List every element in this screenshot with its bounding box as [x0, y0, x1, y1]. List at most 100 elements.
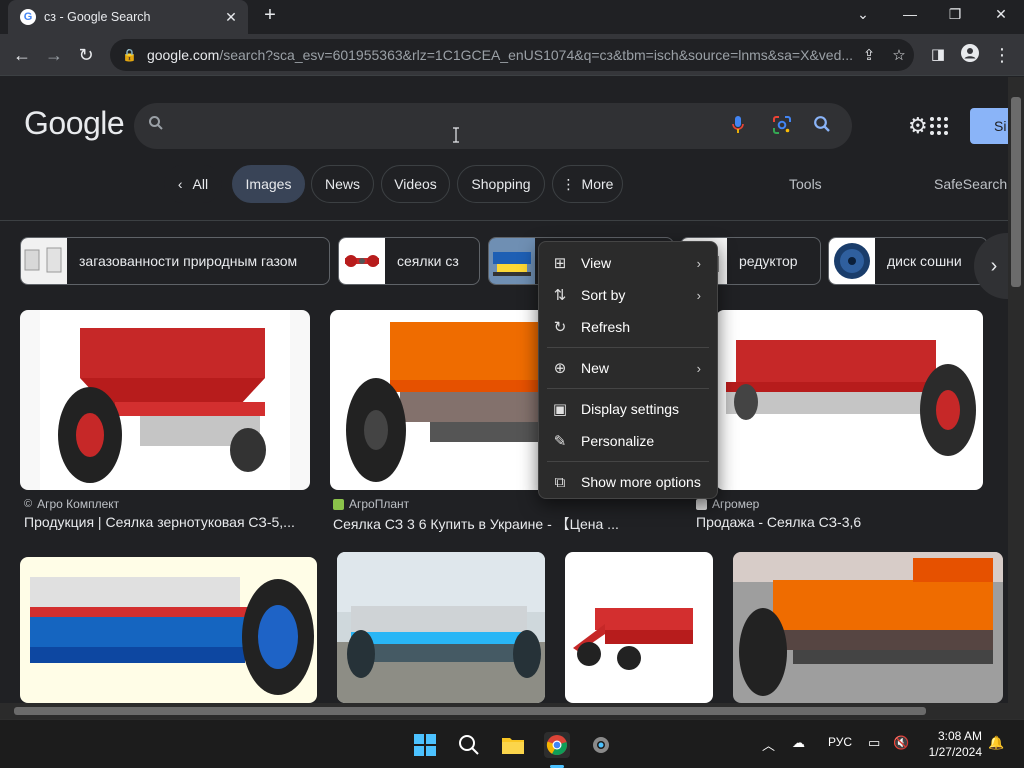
close-window-button[interactable]: ✕ [986, 6, 1016, 23]
url-host: google.com [146, 47, 220, 63]
menu-item-refresh[interactable]: ↻ Refresh [539, 312, 717, 342]
windows-taskbar: ︿ ☁ РУС ▭ 🔇 3:08 AM 1/27/2024 🔔 [0, 719, 1024, 768]
plus-circle-icon: ⊕ [553, 360, 567, 377]
tab-search-chevron-icon[interactable]: ⌄ [848, 6, 878, 23]
tab-more[interactable]: ⋮ More [552, 165, 623, 203]
menu-item-label: Personalize [581, 433, 655, 449]
tab-all[interactable]: ‹ All [164, 165, 222, 203]
tab-all-label: All [192, 176, 209, 192]
taskbar-search-icon[interactable] [456, 732, 482, 758]
search-submit-icon[interactable] [810, 115, 834, 138]
browser-tab[interactable]: G сз - Google Search ✕ [8, 0, 248, 34]
agromer-favicon-icon [696, 498, 707, 510]
network-icon[interactable]: ▭ [868, 735, 880, 751]
address-url[interactable]: google.com/search?sca_esv=601955363&rlz=… [147, 47, 854, 63]
volume-muted-icon[interactable]: 🔇 [893, 735, 909, 751]
related-chip[interactable]: сеялки сз [338, 237, 480, 285]
view-grid-icon: ⊞ [553, 255, 567, 272]
file-explorer-icon[interactable] [500, 732, 526, 758]
lock-icon: 🔒 [122, 48, 137, 62]
start-button-windows-icon[interactable] [412, 732, 438, 758]
tab-shopping[interactable]: Shopping [457, 165, 545, 203]
related-thumbnail [829, 238, 875, 284]
tray-chevron-up-icon[interactable]: ︿ [762, 735, 775, 754]
tools-button[interactable]: Tools [789, 176, 822, 192]
result-image[interactable] [20, 310, 310, 490]
menu-item-label: View [581, 255, 612, 271]
result-source: © Агро Комплект [24, 497, 119, 511]
voice-search-icon[interactable] [726, 115, 750, 140]
more-options-icon: ⧉ [554, 473, 566, 491]
menu-item-label: New [581, 360, 610, 376]
back-chevron-icon: ‹ [177, 176, 183, 192]
back-button[interactable]: ← [10, 44, 34, 66]
chevron-right-icon: › [696, 287, 701, 303]
menu-item-sort-by[interactable]: ⇅ Sort by › [539, 280, 717, 310]
onedrive-icon[interactable]: ☁ [792, 735, 805, 751]
more-vert-icon: ⋮ [561, 175, 576, 192]
menu-separator [547, 388, 709, 389]
menu-item-view[interactable]: ⊞ View › [539, 248, 717, 278]
result-image[interactable] [716, 310, 983, 490]
chrome-taskbar-icon[interactable] [544, 732, 570, 758]
vertical-scrollbar[interactable] [1008, 77, 1024, 703]
safesearch-button[interactable]: SafeSearch [934, 176, 1007, 192]
result-source-name: Агромер [712, 497, 760, 511]
result-caption[interactable]: Сеялка СЗ 3 6 Купить в Украине - 【Цена .… [333, 514, 663, 534]
scroll-corner [1008, 703, 1024, 719]
lens-icon[interactable] [770, 115, 794, 140]
tab-images[interactable]: Images [232, 165, 305, 203]
result-source: Агромер [696, 497, 759, 511]
minimize-button[interactable]: — [895, 6, 925, 22]
search-box[interactable] [134, 103, 852, 149]
new-tab-button[interactable]: + [258, 4, 282, 27]
menu-item-display-settings[interactable]: ▣ Display settings [539, 394, 717, 424]
google-logo[interactable]: Google [24, 105, 125, 142]
search-filters: ‹ All Images News Videos Shopping ⋮ More… [0, 165, 1008, 205]
agroplant-favicon-icon [333, 498, 344, 510]
restore-button[interactable]: ❐ [940, 6, 970, 23]
result-image[interactable] [733, 552, 1003, 703]
result-image[interactable] [20, 557, 317, 703]
menu-item-personalize[interactable]: ✎ Personalize [539, 426, 717, 456]
result-source-name: Агро Комплект [37, 497, 120, 511]
related-chip-label: загазованности природным газом [79, 253, 298, 269]
settings-taskbar-icon[interactable] [588, 732, 614, 758]
tab-news[interactable]: News [311, 165, 374, 203]
brush-icon: ✎ [553, 433, 567, 450]
language-indicator[interactable]: РУС [828, 735, 852, 749]
bookmark-star-icon[interactable]: ☆ [884, 46, 914, 64]
share-icon[interactable]: ⇪ [854, 46, 884, 64]
url-path: /search?sca_esv=601955363&rlz=1C1GCEA_en… [219, 47, 854, 63]
clock[interactable]: 3:08 AM 1/27/2024 [920, 728, 982, 760]
result-caption[interactable]: Продукция | Сеялка зернотуковая СЗ-5,... [24, 514, 314, 530]
reload-button[interactable]: ↻ [74, 44, 98, 66]
menu-separator [547, 461, 709, 462]
related-thumbnail [21, 238, 67, 284]
sign-in-button[interactable]: Si [970, 108, 1008, 144]
tab-close-icon[interactable]: ✕ [222, 9, 240, 26]
horizontal-scrollbar[interactable] [0, 703, 1008, 719]
globe-icon: © [24, 498, 33, 510]
clock-time: 3:08 AM [937, 729, 982, 743]
menu-item-new[interactable]: ⊕ New › [539, 353, 717, 383]
google-images-page: Google ⚙ Si ‹ All Images News Videos Sho… [0, 77, 1008, 703]
settings-gear-icon[interactable]: ⚙ [908, 113, 928, 139]
notifications-bell-icon[interactable]: 🔔 [988, 735, 1004, 751]
google-apps-icon[interactable] [930, 117, 948, 135]
result-image[interactable] [565, 552, 713, 703]
forward-button[interactable]: → [42, 44, 66, 66]
profile-icon[interactable] [958, 44, 982, 67]
tab-videos[interactable]: Videos [381, 165, 450, 203]
result-caption[interactable]: Продажа - Сеялка СЗ-3,6 [696, 514, 996, 530]
vertical-scroll-thumb[interactable] [1011, 97, 1021, 287]
browser-menu-icon[interactable]: ⋮ [990, 44, 1014, 66]
refresh-icon: ↻ [553, 319, 567, 336]
menu-item-show-more-options[interactable]: ⧉ Show more options [539, 467, 717, 497]
result-image[interactable] [337, 552, 545, 703]
related-chip[interactable]: загазованности природным газом [20, 237, 330, 285]
address-bar[interactable]: 🔒 google.com/search?sca_esv=601955363&rl… [110, 39, 914, 71]
horizontal-scroll-thumb[interactable] [14, 707, 926, 715]
side-panel-icon[interactable]: ◨ [926, 44, 950, 66]
related-chip[interactable]: диск сошни [828, 237, 988, 285]
